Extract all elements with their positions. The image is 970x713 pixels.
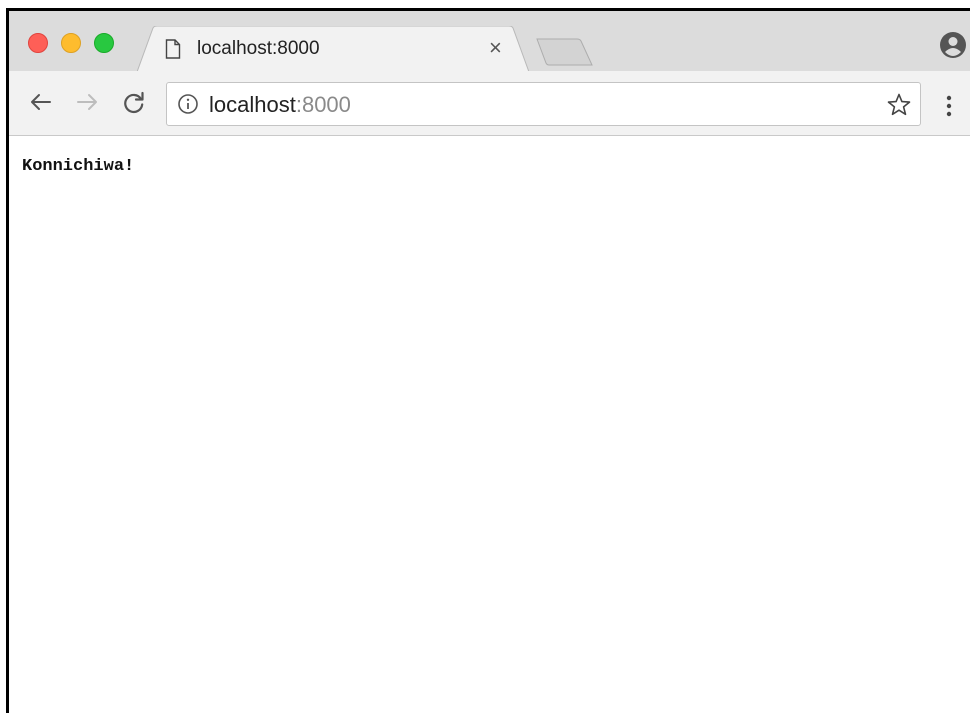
minimize-window-button[interactable]: [61, 33, 81, 53]
tab-localhost[interactable]: localhost:8000 ×: [137, 26, 537, 72]
tab-strip: localhost:8000 ×: [9, 11, 970, 72]
back-arrow-icon[interactable]: [26, 87, 56, 117]
tab-title: localhost:8000: [197, 38, 320, 59]
url-port: :8000: [295, 92, 351, 117]
info-icon[interactable]: [177, 93, 199, 115]
tab-close-icon[interactable]: ×: [489, 37, 502, 59]
forward-arrow-icon[interactable]: [72, 87, 102, 117]
page-body-text: Konnichiwa!: [22, 157, 135, 176]
url-host: localhost: [209, 92, 296, 117]
reload-icon[interactable]: [119, 87, 149, 117]
new-tab-button[interactable]: [535, 37, 595, 67]
profile-icon[interactable]: [939, 31, 967, 59]
maximize-window-button[interactable]: [94, 33, 114, 53]
menu-dots-icon[interactable]: [942, 94, 956, 118]
document-icon: [165, 39, 181, 59]
url-text[interactable]: localhost:8000: [209, 92, 351, 118]
browser-window: localhost:8000 × localhost:8000 Konnichi…: [6, 8, 970, 713]
bookmark-star-icon[interactable]: [886, 92, 912, 118]
close-window-button[interactable]: [28, 33, 48, 53]
toolbar: localhost:8000: [9, 71, 970, 136]
page-viewport: Konnichiwa!: [9, 136, 970, 713]
address-bar[interactable]: localhost:8000: [166, 82, 921, 126]
